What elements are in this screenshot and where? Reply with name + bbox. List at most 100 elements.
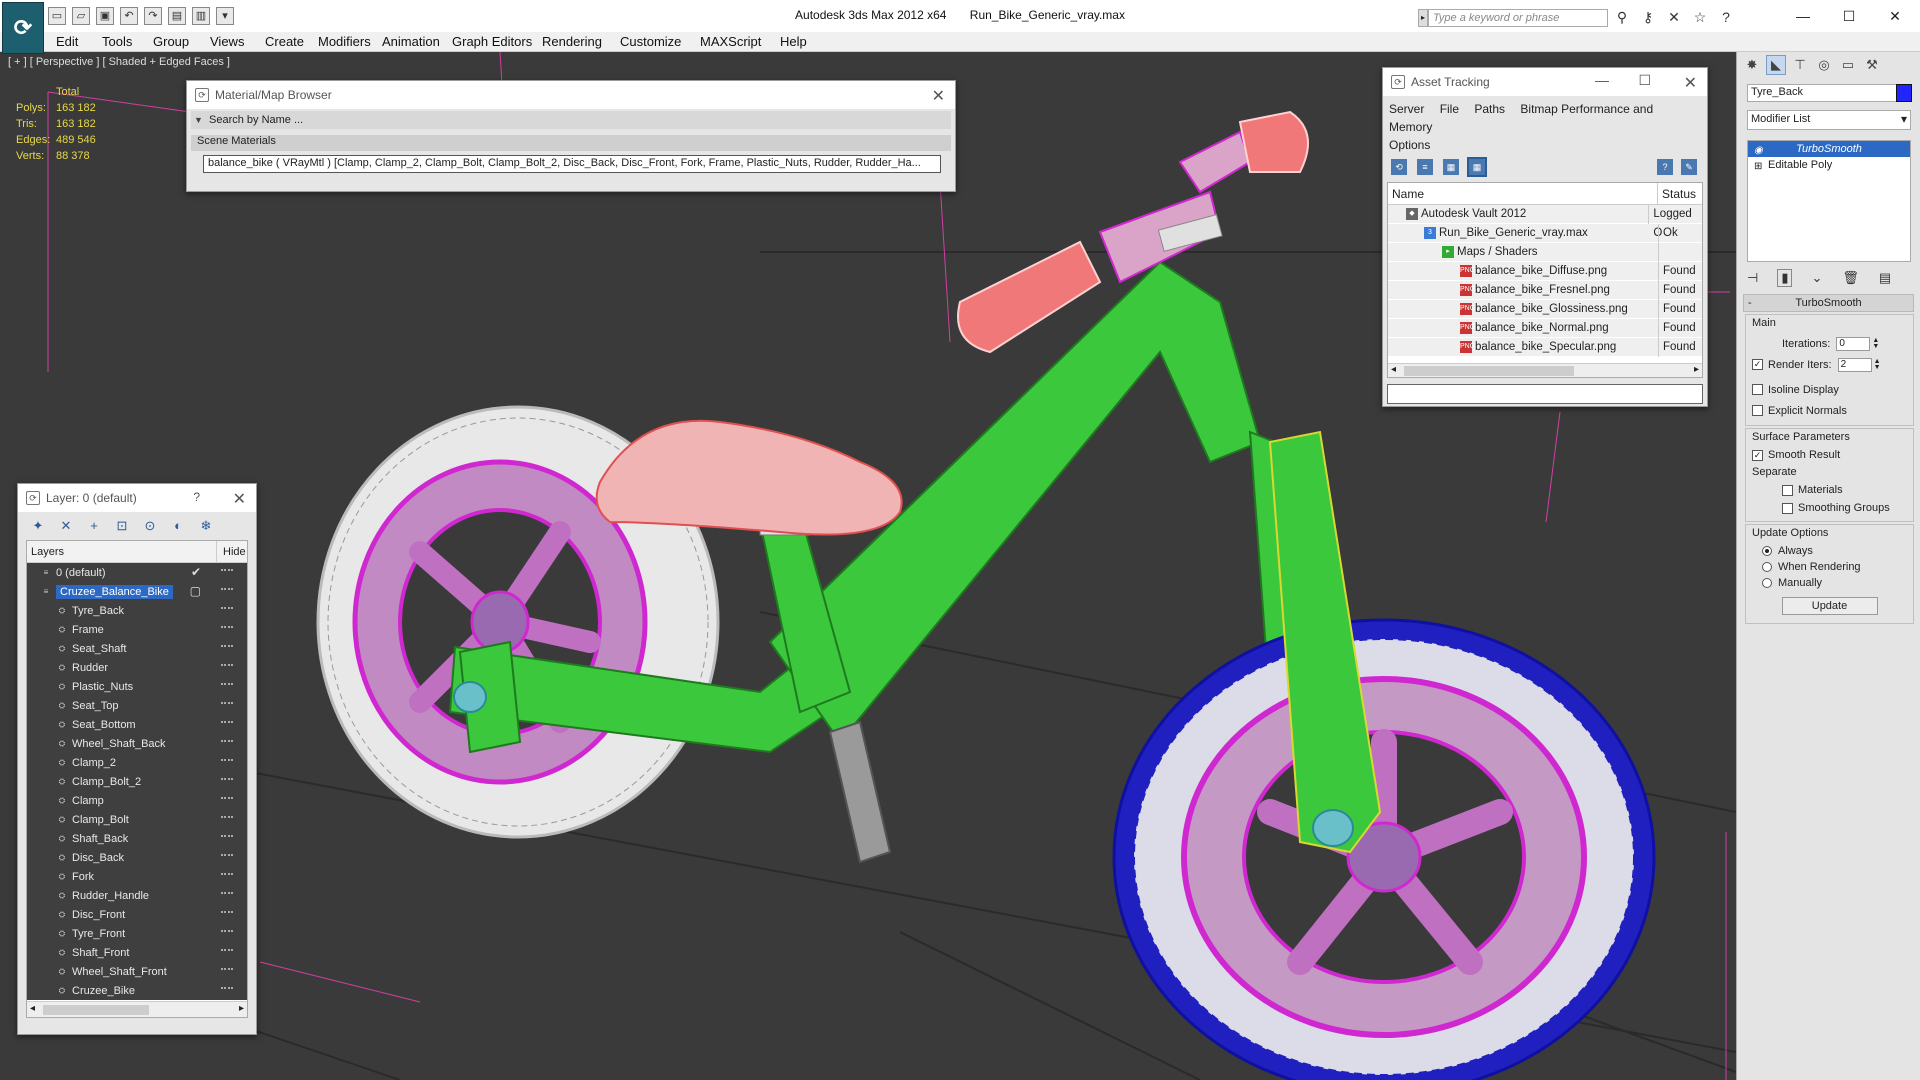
menu-help[interactable]: Help: [780, 34, 807, 49]
front-wheel[interactable]: [1112, 618, 1656, 1080]
grid-view-icon[interactable]: ▦: [1467, 157, 1487, 177]
show-end-result-icon[interactable]: ▮: [1777, 269, 1793, 287]
asset-tracking-titlebar[interactable]: ⟳ Asset Tracking — ☐ ✕: [1383, 68, 1707, 96]
menu-views[interactable]: Views: [210, 34, 244, 49]
material-search-input[interactable]: Search by Name ...: [191, 111, 951, 129]
help-icon[interactable]: ?: [1718, 9, 1734, 25]
hide-toggle[interactable]: [221, 759, 233, 761]
menu-modifiers[interactable]: Modifiers: [318, 34, 371, 49]
scroll-right-icon[interactable]: ▸: [239, 1003, 244, 1014]
star-icon[interactable]: ☆: [1692, 9, 1708, 25]
exchange-icon[interactable]: ✕: [1666, 9, 1682, 25]
asset-row[interactable]: ◆ Autodesk Vault 2012 Logged O: [1388, 204, 1702, 239]
hierarchy-tab-icon[interactable]: ⊤: [1791, 56, 1809, 74]
hide-toggle[interactable]: [221, 930, 233, 932]
hide-toggle[interactable]: [221, 702, 233, 704]
object-row[interactable]: ⛭ Shaft_Front: [27, 943, 247, 962]
select-objects-icon[interactable]: ⊡: [114, 518, 130, 534]
pin-stack-icon[interactable]: ⊣: [1747, 270, 1758, 286]
object-row[interactable]: ⛭ Wheel_Shaft_Front: [27, 962, 247, 981]
hide-toggle[interactable]: [221, 645, 233, 647]
render-iters-spinner[interactable]: 2: [1837, 357, 1872, 372]
close-icon[interactable]: ✕: [1684, 73, 1697, 93]
menu-create[interactable]: Create: [265, 34, 304, 49]
layer-row[interactable]: ≡ Cruzee_Balance_Bike ▢: [27, 582, 247, 601]
hide-toggle[interactable]: [221, 721, 233, 723]
always-radio[interactable]: [1762, 546, 1772, 556]
maximize-button[interactable]: ☐: [1826, 4, 1872, 28]
handlebar[interactable]: [1098, 130, 1252, 284]
key-icon[interactable]: ⚷: [1640, 9, 1656, 25]
search-expand-icon[interactable]: ▸: [1418, 9, 1428, 27]
minimize-icon[interactable]: —: [1595, 72, 1609, 88]
column-layers[interactable]: Layers: [27, 541, 217, 563]
hide-toggle[interactable]: [221, 816, 233, 818]
minimize-button[interactable]: —: [1780, 4, 1826, 28]
viewport-label[interactable]: [ + ] [ Perspective ] [ Shaded + Edged F…: [8, 56, 230, 68]
hide-toggle[interactable]: [221, 892, 233, 894]
hide-toggle[interactable]: [221, 987, 233, 989]
menu-maxscript[interactable]: MAXScript: [700, 34, 761, 49]
asset-path-field[interactable]: [1387, 384, 1703, 404]
hide-toggle[interactable]: [221, 664, 233, 666]
close-icon[interactable]: ✕: [233, 489, 246, 509]
menu-group[interactable]: Group: [153, 34, 189, 49]
menu-rendering[interactable]: Rendering: [542, 34, 602, 49]
scroll-thumb[interactable]: [1404, 366, 1574, 376]
utilities-tab-icon[interactable]: ⚒: [1863, 56, 1881, 74]
create-tab-icon[interactable]: ✸: [1743, 56, 1761, 74]
hide-toggle[interactable]: [221, 968, 233, 970]
scene-materials-section[interactable]: Scene Materials: [191, 135, 951, 151]
stack-item-turbosmooth[interactable]: ◉ TurboSmooth: [1748, 141, 1910, 157]
materials-checkbox[interactable]: [1782, 484, 1793, 496]
update-button[interactable]: Update: [1781, 597, 1878, 615]
add-to-layer-icon[interactable]: +: [86, 518, 102, 534]
menu-file[interactable]: File: [1440, 102, 1459, 116]
menu-customize[interactable]: Customize: [620, 34, 681, 49]
close-icon[interactable]: ✕: [932, 86, 945, 106]
material-entry[interactable]: balance_bike ( VRayMtl ) [Clamp, Clamp_2…: [203, 155, 941, 173]
modify-tab-icon[interactable]: ◣: [1766, 55, 1786, 75]
asset-row[interactable]: PNG balance_bike_Specular.png Found: [1388, 337, 1702, 357]
object-row[interactable]: ⛭ Frame: [27, 620, 247, 639]
object-color-swatch[interactable]: [1896, 84, 1912, 102]
delete-layer-icon[interactable]: ✕: [58, 518, 74, 534]
hide-toggle[interactable]: [221, 854, 233, 856]
smooth-result-checkbox[interactable]: ✓: [1752, 449, 1763, 461]
spinner-arrows-icon[interactable]: ▲ ▼: [1872, 337, 1879, 350]
expand-icon[interactable]: ⊞: [1754, 159, 1762, 175]
maximize-icon[interactable]: ☐: [1638, 72, 1651, 89]
smoothing-groups-checkbox[interactable]: [1782, 502, 1793, 514]
layer-manager-titlebar[interactable]: ⟳ Layer: 0 (default) ? ✕: [18, 484, 256, 512]
menu-server[interactable]: Server: [1389, 102, 1424, 116]
manually-radio[interactable]: [1762, 578, 1772, 588]
column-name[interactable]: Name: [1388, 183, 1658, 205]
make-unique-icon[interactable]: ⌄: [1811, 270, 1822, 286]
menu-edit[interactable]: Edit: [56, 34, 78, 49]
close-button[interactable]: ✕: [1872, 4, 1918, 28]
object-row[interactable]: ⛭ Rudder_Handle: [27, 886, 247, 905]
asset-row[interactable]: PNG balance_bike_Fresnel.png Found: [1388, 280, 1702, 300]
object-row[interactable]: ⛭ Clamp_2: [27, 753, 247, 772]
object-row[interactable]: ⛭ Disc_Front: [27, 905, 247, 924]
hide-toggle[interactable]: [221, 683, 233, 685]
scroll-right-icon[interactable]: ▸: [1694, 364, 1699, 375]
hide-toggle[interactable]: [221, 797, 233, 799]
turbosmooth-rollout[interactable]: TurboSmooth: [1743, 294, 1914, 312]
modifier-list-dropdown[interactable]: Modifier List: [1747, 110, 1911, 130]
object-row[interactable]: ⛭ Rudder: [27, 658, 247, 677]
remove-modifier-icon[interactable]: 🗑: [1842, 270, 1859, 286]
asset-row[interactable]: PNG balance_bike_Glossiness.png Found: [1388, 299, 1702, 319]
menu-bitmap-performance[interactable]: Bitmap Performance and Memory: [1389, 102, 1653, 134]
menu-paths[interactable]: Paths: [1474, 102, 1505, 116]
help-icon[interactable]: ?: [1657, 159, 1673, 175]
hide-toggle[interactable]: [221, 588, 233, 590]
column-hide[interactable]: Hide: [217, 546, 246, 558]
iterations-spinner[interactable]: 0: [1836, 336, 1871, 351]
when-rendering-radio[interactable]: [1762, 562, 1772, 572]
help-search-input[interactable]: Type a keyword or phrase: [1428, 9, 1608, 27]
stack-item-editable-poly[interactable]: ⊞ Editable Poly: [1748, 157, 1910, 173]
material-browser-titlebar[interactable]: ⟳ Material/Map Browser ✕: [187, 81, 955, 109]
horizontal-scrollbar[interactable]: ◂ ▸: [27, 1001, 247, 1017]
settings-icon[interactable]: ✎: [1681, 159, 1697, 175]
